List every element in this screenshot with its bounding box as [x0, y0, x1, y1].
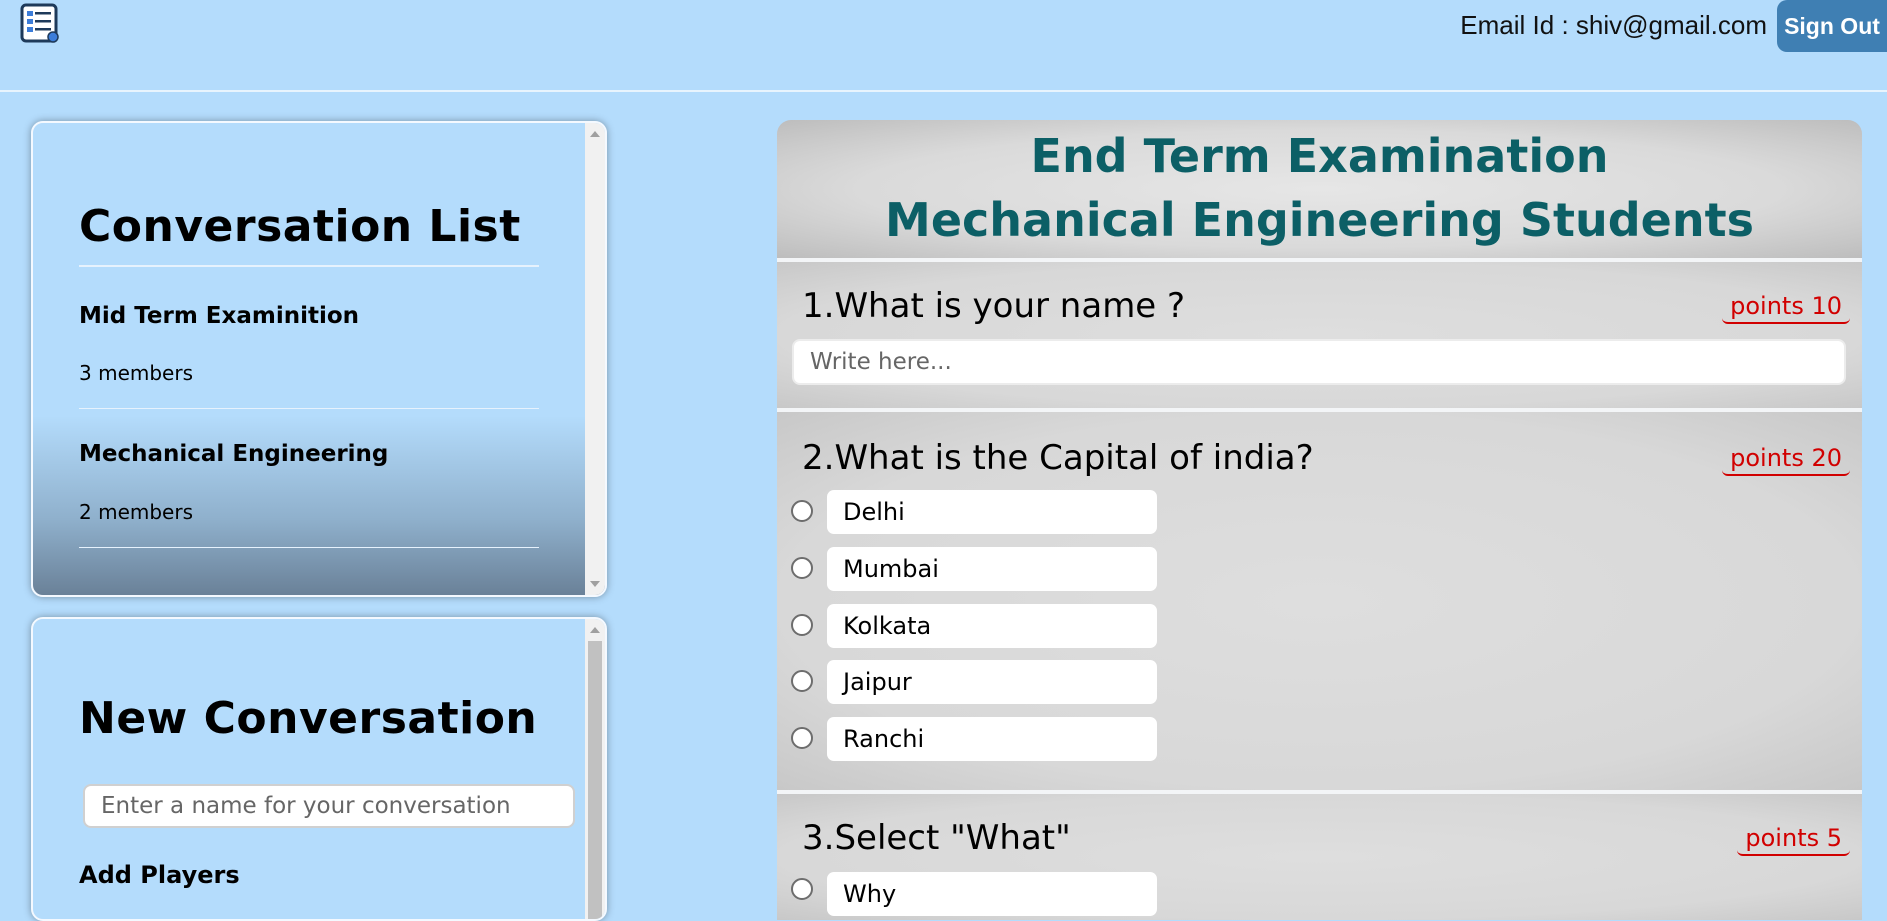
question-title: 1.What is your name ?	[802, 286, 1186, 326]
scroll-down-arrow-icon[interactable]	[590, 581, 600, 587]
option-row[interactable]: Mumbai	[791, 547, 1191, 591]
radio-button[interactable]	[791, 727, 813, 749]
new-conversation-title: New Conversation	[79, 693, 538, 744]
option-label[interactable]: Delhi	[827, 490, 1157, 534]
question-points: points 5	[1737, 824, 1850, 856]
divider	[79, 547, 539, 548]
option-row[interactable]: Ranchi	[791, 717, 1191, 761]
conversation-list-title: Conversation List	[79, 201, 521, 252]
option-row[interactable]: Why	[791, 872, 1191, 916]
question-points: points 20	[1722, 444, 1850, 476]
user-email: Email Id : shiv@gmail.com	[1460, 10, 1767, 40]
option-label[interactable]: Jaipur	[827, 660, 1157, 704]
conversation-name-input[interactable]: Enter a name for your conversation	[83, 784, 575, 828]
option-label[interactable]: Kolkata	[827, 604, 1157, 648]
divider	[79, 408, 539, 409]
exam-section: End Term Examination Mechanical Engineer…	[777, 120, 1862, 920]
question-card: 2.What is the Capital of india? points 2…	[777, 412, 1862, 790]
question-card: 1.What is your name ? points 10 Write he…	[777, 262, 1862, 408]
scroll-up-arrow-icon[interactable]	[590, 627, 600, 633]
top-header: Email Id : shiv@gmail.com Sign Out	[0, 0, 1887, 92]
radio-button[interactable]	[791, 878, 813, 900]
radio-button[interactable]	[791, 670, 813, 692]
radio-button[interactable]	[791, 557, 813, 579]
option-label[interactable]: Ranchi	[827, 717, 1157, 761]
conversation-item-members: 2 members	[79, 500, 193, 524]
option-row[interactable]: Jaipur	[791, 660, 1191, 704]
question-card: 3.Select "What" points 5 Why	[777, 794, 1862, 920]
option-label[interactable]: Why	[827, 872, 1157, 916]
document-list-icon[interactable]	[19, 2, 61, 44]
divider	[79, 265, 539, 267]
exam-subtitle: Mechanical Engineering Students	[885, 193, 1754, 247]
add-players-label: Add Players	[79, 861, 240, 889]
question-title: 3.Select "What"	[802, 818, 1071, 858]
sign-out-button[interactable]: Sign Out	[1777, 0, 1887, 52]
option-label[interactable]: Mumbai	[827, 547, 1157, 591]
radio-button[interactable]	[791, 500, 813, 522]
question-title: 2.What is the Capital of india?	[802, 438, 1314, 478]
exam-header: End Term Examination Mechanical Engineer…	[777, 120, 1862, 258]
conversation-list-panel: Conversation List Mid Term Examinition 3…	[31, 121, 607, 597]
exam-title: End Term Examination	[1030, 129, 1609, 183]
scrollbar[interactable]	[585, 619, 605, 919]
answer-text-input[interactable]: Write here...	[792, 339, 1846, 385]
scrollbar[interactable]	[585, 123, 605, 595]
new-conversation-panel: New Conversation Enter a name for your c…	[31, 617, 607, 921]
scroll-up-arrow-icon[interactable]	[590, 131, 600, 137]
option-row[interactable]: Kolkata	[791, 604, 1191, 648]
conversation-item-name[interactable]: Mechanical Engineering	[79, 441, 388, 467]
question-points: points 10	[1722, 292, 1850, 324]
radio-button[interactable]	[791, 614, 813, 636]
scrollbar-thumb[interactable]	[588, 641, 602, 919]
conversation-item-name[interactable]: Mid Term Examinition	[79, 303, 359, 329]
option-row[interactable]: Delhi	[791, 490, 1191, 534]
conversation-item-members: 3 members	[79, 361, 193, 385]
